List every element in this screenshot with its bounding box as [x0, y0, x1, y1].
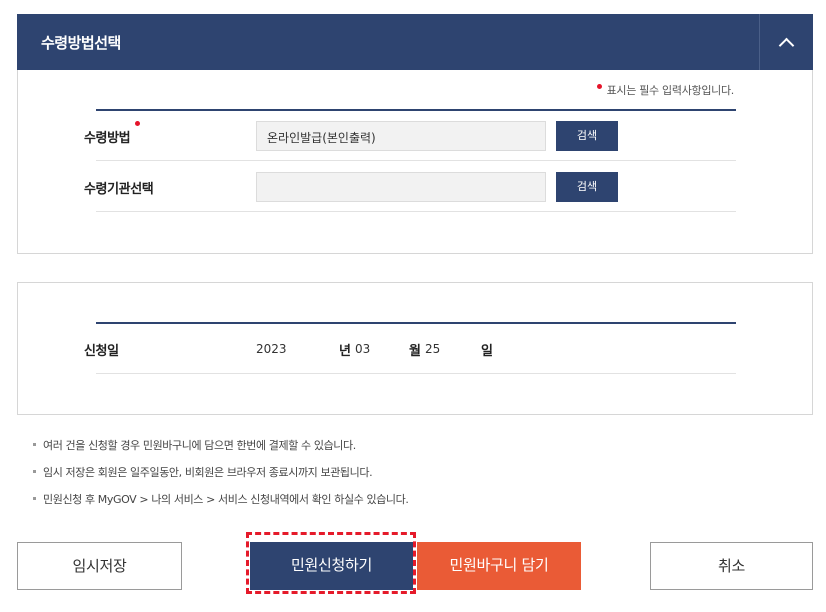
month-unit: 월	[409, 344, 421, 359]
note-item: 민원신청 후 MyGOV > 나의 서비스 > 서비스 신청내역에서 확인 하실…	[33, 492, 409, 519]
receipt-agency-label: 수령기관선택	[84, 182, 154, 197]
section-title: 수령방법선택	[41, 34, 121, 52]
receipt-method-row: 수령방법 온라인발급(본인출력) 검색	[84, 111, 736, 161]
required-dot-icon	[596, 84, 602, 89]
apply-date-panel: 신청일 2023 년 03 월 25 일	[17, 282, 813, 415]
info-notes: 여러 건을 신청할 경우 민원바구니에 담으면 한번에 결제할 수 있습니다. …	[33, 438, 409, 519]
receipt-method-panel: 표시는 필수 입력사항입니다. 수령방법 온라인발급(본인출력) 검색 수령기관…	[17, 70, 813, 254]
note-item: 임시 저장은 회원은 일주일동안, 비회원은 브라우저 종료시까지 보관됩니다.	[33, 465, 408, 492]
required-dot-icon	[135, 121, 141, 126]
receipt-method-search-button[interactable]: 검색	[556, 121, 618, 151]
chevron-up-icon	[778, 37, 795, 53]
receipt-agency-search-button[interactable]: 검색	[556, 172, 618, 202]
note-item: 여러 건을 신청할 경우 민원바구니에 담으면 한번에 결제할 수 있습니다.	[33, 438, 408, 465]
apply-month: 03	[355, 342, 371, 356]
cancel-button[interactable]: 취소	[650, 542, 813, 590]
required-note: 표시는 필수 입력사항입니다.	[596, 82, 734, 98]
apply-date-row: 신청일 2023 년 03 월 25 일	[84, 324, 736, 374]
receipt-agency-row: 수령기관선택 검색	[84, 162, 736, 212]
temp-save-button[interactable]: 임시저장	[17, 542, 182, 590]
collapse-button[interactable]	[759, 14, 813, 70]
receipt-agency-field[interactable]	[256, 172, 546, 202]
apply-day: 25	[425, 342, 441, 356]
section-header: 수령방법선택	[17, 14, 813, 70]
day-unit: 일	[481, 344, 493, 359]
receipt-method-field[interactable]: 온라인발급(본인출력)	[256, 121, 546, 151]
apply-date-label: 신청일	[84, 344, 119, 359]
year-unit: 년	[339, 344, 351, 359]
add-to-cart-button[interactable]: 민원바구니 담기	[417, 542, 581, 590]
apply-year: 2023	[256, 342, 287, 356]
apply-button[interactable]: 민원신청하기	[250, 542, 413, 590]
receipt-method-label: 수령방법	[84, 121, 141, 146]
